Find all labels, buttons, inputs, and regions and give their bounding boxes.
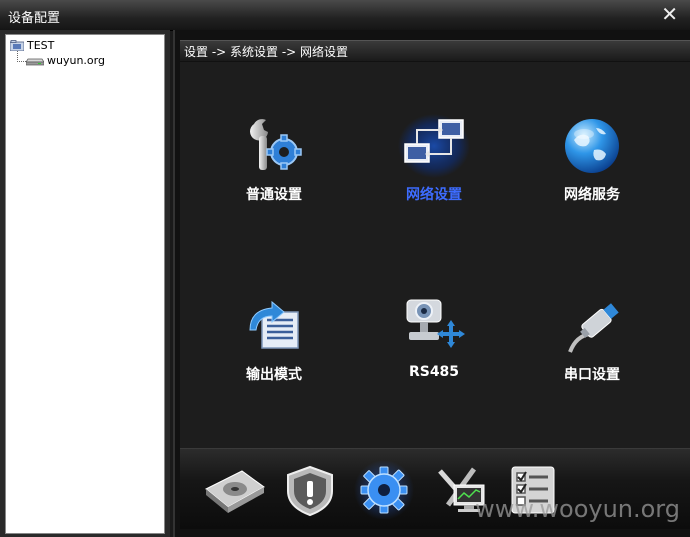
- hdd-icon: [205, 470, 265, 513]
- window-title: 设备配置: [8, 11, 61, 26]
- tree-node-device[interactable]: wuyun.org: [26, 54, 105, 67]
- serial-cable-icon: [568, 303, 619, 353]
- menu-item-network[interactable]: 网络设置: [374, 114, 494, 234]
- tree-node-device-label: wuyun.org: [47, 54, 105, 67]
- globe-icon: [565, 119, 619, 173]
- menu-item-serial[interactable]: 串口设置: [532, 294, 652, 414]
- menu-label-rs485: RS485: [408, 364, 460, 380]
- folder-icon: [10, 40, 24, 51]
- network-computers-icon: [398, 114, 470, 178]
- ptz-camera-icon: [406, 299, 465, 348]
- menu-label-output-mode: 输出模式: [246, 367, 302, 383]
- dock-item-storage[interactable]: [202, 461, 266, 519]
- menu-label-network: 网络设置: [406, 187, 462, 203]
- tree-connector: [17, 61, 26, 62]
- menu-label-general: 普通设置: [246, 187, 302, 203]
- tools-gear-icon: [250, 119, 302, 170]
- dvr-device-icon: [26, 58, 44, 65]
- breadcrumb: 设置 -> 系统设置 -> 网络设置: [184, 45, 349, 59]
- dock-item-alarm[interactable]: [280, 461, 344, 519]
- menu-item-general[interactable]: 普通设置: [214, 114, 334, 234]
- shield-alert-icon: [287, 465, 333, 517]
- tree-node-root-label: TEST: [27, 39, 55, 52]
- close-icon[interactable]: ✕: [661, 4, 678, 24]
- breadcrumb-bar: 设置 -> 系统设置 -> 网络设置: [180, 40, 690, 61]
- gear-icon: [354, 460, 414, 520]
- output-mode-icon: [249, 300, 299, 349]
- device-tree[interactable]: TEST wuyun.org: [5, 34, 165, 534]
- menu-item-rs485[interactable]: RS485: [374, 294, 494, 414]
- menu-item-output-mode[interactable]: 输出模式: [214, 294, 334, 414]
- tree-node-root[interactable]: TEST: [10, 39, 54, 52]
- watermark: www.wooyun.org: [475, 495, 680, 523]
- menu-item-net-service[interactable]: 网络服务: [532, 114, 652, 234]
- title-bar: 设备配置 ✕: [0, 0, 690, 31]
- settings-menu-panel: 普通设置 网络设置 网络服务 输出模式 RS485 串口设置: [180, 62, 690, 448]
- menu-label-net-service: 网络服务: [564, 187, 620, 203]
- menu-label-serial: 串口设置: [564, 367, 620, 383]
- dock-item-system[interactable]: [352, 460, 416, 520]
